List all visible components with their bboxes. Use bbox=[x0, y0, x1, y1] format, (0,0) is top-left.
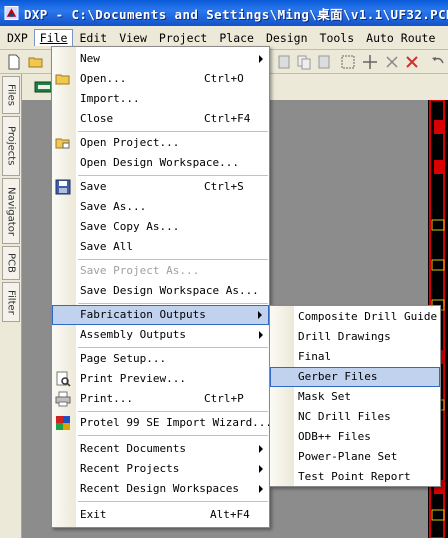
menu-dxp[interactable]: DXP bbox=[6, 29, 34, 47]
menu-item-save-copy-as[interactable]: Save Copy As... bbox=[52, 217, 269, 237]
window-title: DXP - C:\Documents and Settings\Ming\桌面\… bbox=[23, 6, 448, 22]
menu-item-open-design-workspace[interactable]: Open Design Workspace... bbox=[52, 153, 269, 173]
title-bar: DXP - C:\Documents and Settings\Ming\桌面\… bbox=[0, 0, 448, 26]
submenu-item-power-plane-set[interactable]: Power-Plane Set bbox=[270, 447, 440, 467]
submenu-item-test-point-report[interactable]: Test Point Report bbox=[270, 467, 440, 487]
menu-separator bbox=[78, 411, 268, 412]
menu-item-close[interactable]: Close Ctrl+F4 bbox=[52, 109, 269, 129]
submenu-item-mask-set[interactable]: Mask Set bbox=[270, 387, 440, 407]
submenu-item-gerber-files[interactable]: Gerber Files bbox=[270, 367, 440, 387]
undo-icon[interactable] bbox=[430, 54, 446, 70]
menu-item-assembly-outputs[interactable]: Assembly Outputs bbox=[52, 325, 269, 345]
tab-files[interactable]: Files bbox=[2, 76, 20, 114]
menu-place[interactable]: Place bbox=[213, 29, 260, 47]
move-icon[interactable] bbox=[362, 54, 378, 70]
menu-item-open-project[interactable]: Open Project... bbox=[52, 133, 269, 153]
menu-view[interactable]: View bbox=[113, 29, 153, 47]
import-wizard-icon bbox=[56, 416, 70, 430]
submenu-arrow-icon bbox=[258, 311, 262, 319]
menu-auto-route[interactable]: Auto Route bbox=[360, 29, 441, 47]
menu-item-save[interactable]: Save Ctrl+S bbox=[52, 177, 269, 197]
menu-item-save-project-as: Save Project As... bbox=[80, 264, 200, 277]
menu-separator bbox=[78, 131, 268, 132]
submenu-item-nc-drill-files[interactable]: NC Drill Files bbox=[270, 407, 440, 427]
submenu-item-composite-drill-guide[interactable]: Composite Drill Guide bbox=[270, 307, 440, 327]
menu-separator bbox=[78, 259, 268, 260]
open-folder-icon[interactable] bbox=[28, 54, 44, 70]
deselect-icon[interactable] bbox=[404, 54, 420, 70]
menu-item-protel-import-wizard[interactable]: Protel 99 SE Import Wizard... bbox=[52, 413, 272, 433]
submenu-item-odb-files[interactable]: ODB++ Files bbox=[270, 427, 440, 447]
menu-project[interactable]: Project bbox=[153, 29, 213, 47]
printer-icon bbox=[55, 391, 71, 407]
tab-filter[interactable]: Filter bbox=[2, 282, 20, 322]
menu-separator bbox=[78, 175, 268, 176]
paste-icon[interactable] bbox=[276, 54, 292, 70]
menu-separator bbox=[78, 303, 268, 304]
menu-item-save-all[interactable]: Save All bbox=[52, 237, 269, 257]
submenu-arrow-icon bbox=[259, 485, 263, 493]
menu-item-print[interactable]: Print... Ctrl+P bbox=[52, 389, 269, 409]
clipboard-icon[interactable] bbox=[316, 54, 332, 70]
menu-item-print-preview[interactable]: Print Preview... bbox=[52, 369, 269, 389]
submenu-arrow-icon bbox=[259, 465, 263, 473]
open-project-icon bbox=[55, 138, 70, 149]
side-panel: Files Projects Navigator PCB Filter bbox=[0, 74, 22, 538]
fabrication-outputs-submenu: Composite Drill Guide Drill Drawings Fin… bbox=[269, 305, 441, 487]
cross-select-icon[interactable] bbox=[384, 54, 400, 70]
menu-item-recent-projects[interactable]: Recent Projects bbox=[52, 459, 269, 479]
menu-separator bbox=[78, 435, 268, 436]
menu-item-new[interactable]: New bbox=[52, 49, 269, 69]
tab-projects[interactable]: Projects bbox=[2, 116, 20, 176]
submenu-arrow-icon bbox=[259, 445, 263, 453]
menu-edit[interactable]: Edit bbox=[73, 29, 113, 47]
menu-item-page-setup[interactable]: Page Setup... bbox=[52, 349, 269, 369]
menu-reports[interactable]: Re bbox=[441, 29, 448, 47]
menu-tools[interactable]: Tools bbox=[314, 29, 361, 47]
menu-design[interactable]: Design bbox=[260, 29, 314, 47]
submenu-item-drill-drawings[interactable]: Drill Drawings bbox=[270, 327, 440, 347]
copy-icon[interactable] bbox=[296, 54, 312, 70]
menu-separator bbox=[78, 501, 268, 502]
dxp-app-icon bbox=[4, 5, 19, 21]
menu-item-recent-documents[interactable]: Recent Documents bbox=[52, 439, 269, 459]
menu-item-save-design-workspace-as[interactable]: Save Design Workspace As... bbox=[52, 281, 269, 301]
menu-separator bbox=[78, 347, 268, 348]
new-document-icon[interactable] bbox=[6, 54, 22, 70]
menu-item-import[interactable]: Import... bbox=[52, 89, 269, 109]
menu-item-fabrication-outputs[interactable]: Fabrication Outputs bbox=[52, 305, 269, 325]
submenu-arrow-icon bbox=[259, 55, 263, 63]
submenu-arrow-icon bbox=[259, 331, 263, 339]
menu-item-save-as[interactable]: Save As... bbox=[52, 197, 269, 217]
menu-item-open[interactable]: Open... Ctrl+O bbox=[52, 69, 269, 89]
menu-item-exit[interactable]: Exit Alt+F4 bbox=[52, 505, 269, 525]
file-menu: New Open... Ctrl+O Import... Close Ctrl+… bbox=[51, 46, 272, 528]
menu-item-recent-design-workspaces[interactable]: Recent Design Workspaces bbox=[52, 479, 269, 499]
menu-file[interactable]: File bbox=[33, 29, 74, 46]
tab-navigator[interactable]: Navigator bbox=[2, 178, 20, 244]
submenu-item-final[interactable]: Final bbox=[270, 347, 440, 367]
print-preview-icon bbox=[56, 371, 71, 387]
open-folder-icon bbox=[55, 74, 70, 85]
select-area-icon[interactable] bbox=[340, 54, 356, 70]
save-icon bbox=[55, 179, 71, 195]
tab-pcb[interactable]: PCB bbox=[2, 246, 20, 280]
